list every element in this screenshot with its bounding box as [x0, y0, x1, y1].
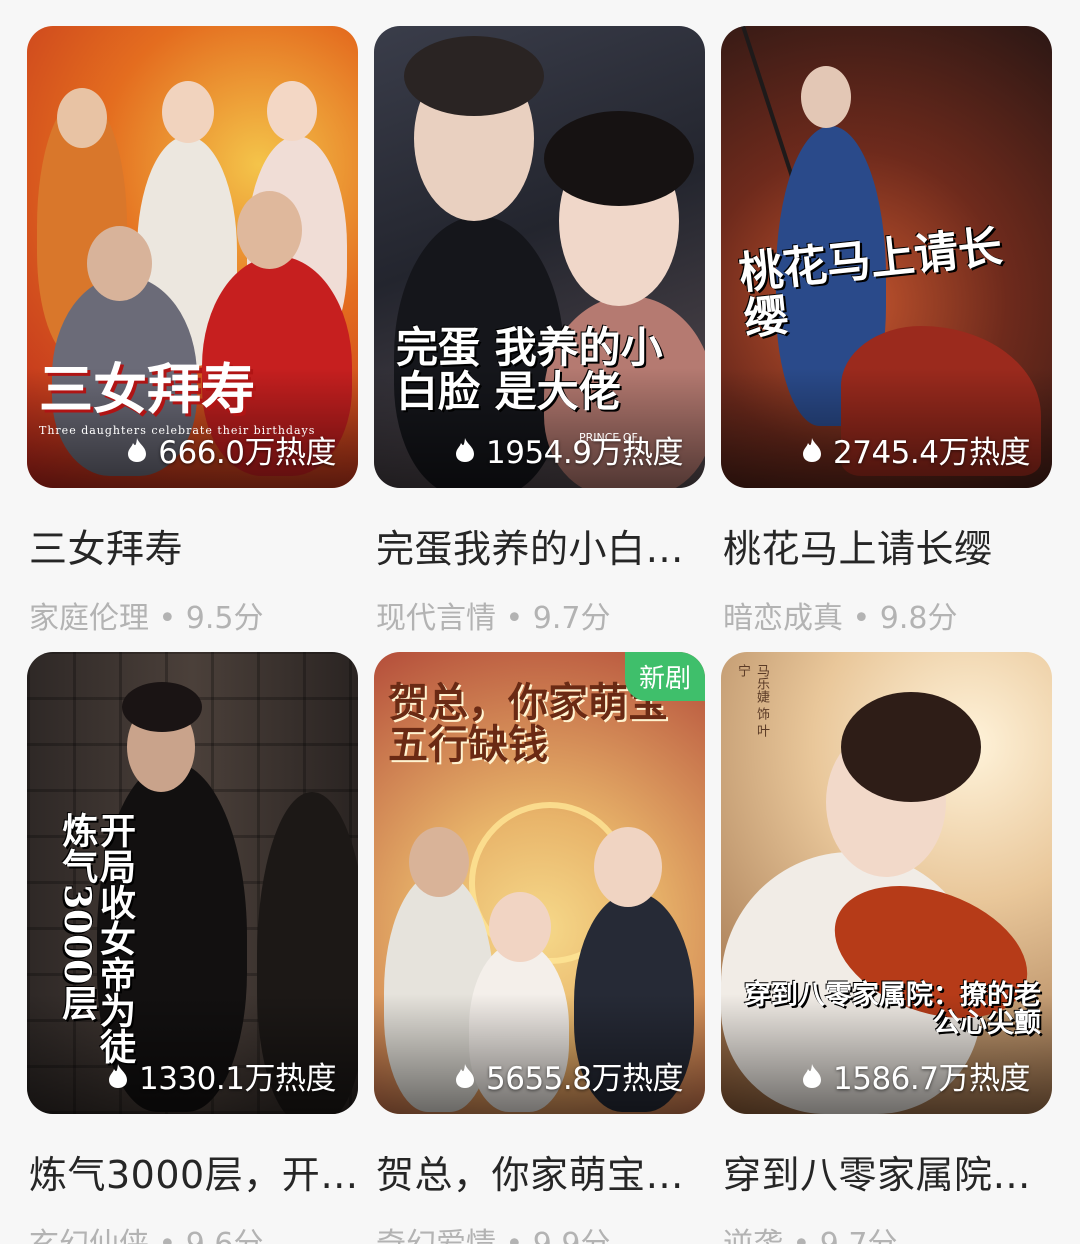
poster-title-art: 完蛋 我养的小白脸 是大佬	[396, 323, 663, 417]
flame-icon	[803, 1063, 822, 1088]
poster-title-art: 穿到八零家属院：撩的老公心尖颤	[744, 980, 1041, 1040]
poster-figure	[87, 226, 152, 301]
drama-poster[interactable]: 贺总，你家萌宝 五行缺钱 新剧 5655.8万热度	[374, 652, 705, 1114]
heat-count: 1586.7万热度	[801, 1053, 1030, 1098]
meta-separator: •	[843, 601, 880, 636]
flame-icon	[128, 437, 147, 462]
meta-separator: •	[783, 1227, 820, 1244]
drama-card[interactable]: 桃花马上请长缨 2745.4万热度 桃花马上请长缨 暗恋成真 • 9.8分	[721, 26, 1052, 637]
meta-separator: •	[496, 601, 533, 636]
drama-score: 9.7分	[820, 1227, 898, 1244]
drama-genre: 奇幻爱情	[376, 1227, 496, 1244]
drama-meta: 暗恋成真 • 9.8分	[721, 593, 1052, 637]
drama-genre: 现代言情	[376, 601, 496, 636]
heat-count: 5655.8万热度	[454, 1053, 683, 1098]
new-badge: 新剧	[624, 652, 705, 701]
poster-figure	[594, 827, 662, 907]
drama-genre: 玄幻仙侠	[29, 1227, 149, 1244]
drama-title[interactable]: 桃花马上请长缨	[721, 518, 1052, 573]
poster-title-art: 开局收女帝为徒 炼气3000层	[56, 812, 136, 1064]
drama-genre: 家庭伦理	[29, 601, 149, 636]
drama-meta: 玄幻仙侠 • 9.6分	[27, 1219, 358, 1244]
poster-figure	[489, 892, 551, 962]
drama-title[interactable]: 炼气3000层，开…	[27, 1144, 358, 1199]
flame-icon	[456, 437, 475, 462]
drama-score: 9.7分	[532, 601, 611, 636]
meta-separator: •	[496, 1227, 533, 1244]
heat-count-label: 2745.4万热度	[833, 435, 1030, 471]
drama-poster[interactable]: 三女拜寿 Three daughters celebrate their bir…	[27, 26, 358, 488]
drama-poster[interactable]: 桃花马上请长缨 2745.4万热度	[721, 26, 1052, 488]
drama-meta: 现代言情 • 9.7分	[374, 593, 705, 637]
drama-title[interactable]: 贺总，你家萌宝…	[374, 1144, 705, 1199]
poster-figure	[267, 81, 317, 141]
drama-score: 9.9分	[533, 1227, 611, 1244]
drama-genre: 逆袭	[723, 1227, 783, 1244]
drama-poster[interactable]: 开局收女帝为徒 炼气3000层 1330.1万热度	[27, 652, 358, 1114]
heat-count-label: 1586.7万热度	[833, 1061, 1030, 1097]
poster-figure	[404, 36, 544, 116]
flame-icon	[456, 1063, 475, 1088]
heat-count-label: 5655.8万热度	[486, 1061, 683, 1097]
poster-figure	[237, 191, 302, 269]
poster-subtitle-art: 马乐婕 饰 叶宁	[735, 664, 769, 738]
meta-separator: •	[149, 601, 186, 636]
drama-title[interactable]: 三女拜寿	[27, 518, 358, 573]
poster-figure	[122, 682, 202, 732]
drama-score: 9.5分	[185, 601, 264, 636]
drama-meta: 逆袭 • 9.7分	[721, 1219, 1052, 1244]
drama-card[interactable]: 开局收女帝为徒 炼气3000层 1330.1万热度 炼气3000层，开… 玄幻仙…	[27, 652, 358, 1244]
poster-figure	[162, 81, 214, 143]
drama-genre: 暗恋成真	[723, 601, 843, 636]
poster-figure	[544, 111, 694, 206]
heat-count: 666.0万热度	[126, 427, 336, 472]
drama-card[interactable]: 马乐婕 饰 叶宁 穿到八零家属院：撩的老公心尖颤 1586.7万热度 穿到八零家…	[721, 652, 1052, 1244]
drama-meta: 家庭伦理 • 9.5分	[27, 593, 358, 637]
flame-icon	[109, 1063, 128, 1088]
drama-title[interactable]: 穿到八零家属院…	[721, 1144, 1052, 1199]
poster-figure	[801, 66, 851, 128]
poster-figure	[57, 88, 107, 148]
heat-count: 1954.9万热度	[454, 427, 683, 472]
poster-figure	[409, 827, 469, 897]
heat-count-label: 666.0万热度	[158, 435, 336, 471]
drama-meta: 奇幻爱情 • 9.9分	[374, 1219, 705, 1244]
heat-count: 1330.1万热度	[107, 1053, 336, 1098]
meta-separator: •	[149, 1227, 186, 1244]
drama-poster[interactable]: 马乐婕 饰 叶宁 穿到八零家属院：撩的老公心尖颤 1586.7万热度	[721, 652, 1052, 1114]
poster-title-art: 三女拜寿	[39, 357, 255, 421]
drama-title[interactable]: 完蛋我养的小白…	[374, 518, 705, 573]
flame-icon	[803, 437, 822, 462]
heat-count: 2745.4万热度	[801, 427, 1030, 472]
drama-score: 9.8分	[879, 601, 958, 636]
heat-count-label: 1954.9万热度	[486, 435, 683, 471]
drama-card[interactable]: 三女拜寿 Three daughters celebrate their bir…	[27, 26, 358, 637]
poster-figure	[841, 692, 981, 802]
drama-card[interactable]: 完蛋 我养的小白脸 是大佬 PRINCE OF 1954.9万热度 完蛋我养的小…	[374, 26, 705, 637]
drama-poster[interactable]: 完蛋 我养的小白脸 是大佬 PRINCE OF 1954.9万热度	[374, 26, 705, 488]
drama-card[interactable]: 贺总，你家萌宝 五行缺钱 新剧 5655.8万热度 贺总，你家萌宝… 奇幻爱情 …	[374, 652, 705, 1244]
drama-grid: 三女拜寿 Three daughters celebrate their bir…	[0, 0, 1080, 1244]
drama-score: 9.6分	[186, 1227, 264, 1244]
heat-count-label: 1330.1万热度	[139, 1061, 336, 1097]
